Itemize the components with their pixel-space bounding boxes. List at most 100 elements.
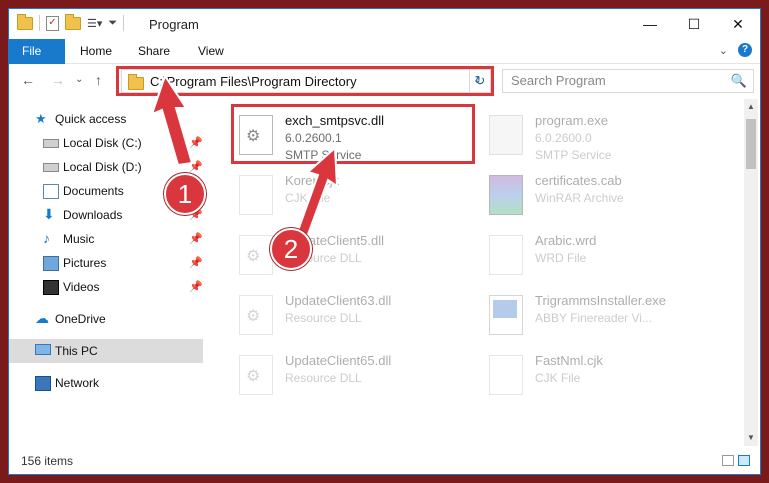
document-file-icon [239,175,273,215]
videos-icon [43,280,59,295]
view-buttons [722,455,750,466]
file-name: exch_smtpsvc.dll [285,113,384,128]
downloads-icon: ⬇ [43,206,55,222]
pin-icon[interactable]: 📌 [189,275,203,299]
forward-button[interactable]: → [51,72,65,88]
scroll-up-icon[interactable]: ▲ [744,99,758,115]
address-bar[interactable]: C:\Program Files\Program Directory ⌄ [121,69,491,93]
ribbon-right: ⌄ ? [719,43,752,57]
sidebar-item-label: Local Disk (D:) [63,160,142,174]
pin-icon[interactable]: 📌 [189,251,203,275]
folder-icon [128,74,144,90]
sidebar-item-network[interactable]: Network [9,371,203,395]
window-title: Program [149,17,199,32]
disk-icon [43,139,59,148]
title-bar: ✓ ☰▾ ⏷ Program — ☐ ✕ [9,9,760,39]
expand-ribbon-icon[interactable]: ⌄ [719,44,728,57]
file-name: FastNml.cjk [535,353,603,368]
sidebar-item-onedrive[interactable]: ☁ OneDrive [9,307,203,331]
up-button[interactable]: ↑ [95,72,102,88]
recent-locations-button[interactable]: ⌄ [75,74,83,85]
documents-icon [43,184,59,199]
sidebar-item-label: This PC [55,344,98,358]
dll-file-icon [239,235,273,275]
minimize-button[interactable]: — [628,9,672,39]
tab-home[interactable]: Home [67,39,125,63]
file-name: Koren.cjk [285,173,340,188]
new-folder-icon[interactable] [65,13,81,30]
file-name: certificates.cab [535,173,622,188]
sidebar-item-label: Videos [63,280,100,294]
tiles-view-icon[interactable] [738,455,750,466]
sidebar-item-pictures[interactable]: Pictures 📌 [9,251,203,275]
step-2-badge: 2 [270,228,312,270]
sidebar-item-label: Quick access [55,112,127,126]
help-icon[interactable]: ? [738,43,752,57]
navigation-bar: ← → ⌄ ↑ C:\Program Files\Program Directo… [9,64,760,98]
file-list: exch_smtpsvc.dll 6.0.2600.1 SMTP Service… [219,99,744,446]
sidebar-item-quick-access[interactable]: ★ Quick access [9,107,203,131]
file-name: Arabic.wrd [535,233,597,248]
file-item-program-exe[interactable]: program.exe 6.0.2600.0 SMTP Service [489,107,729,162]
file-item-certificates-cab[interactable]: certificates.cab WinRAR Archive [489,167,729,221]
pin-icon[interactable]: 📌 [189,227,203,251]
customize-qat-icon[interactable]: ☰▾ [87,17,102,30]
sidebar-item-videos[interactable]: Videos 📌 [9,275,203,299]
sidebar-item-local-disk-c[interactable]: Local Disk (C:) 📌 [9,131,203,155]
file-version: 6.0.2600.1 [285,131,342,145]
sidebar-item-label: Downloads [63,208,123,222]
file-name: program.exe [535,113,608,128]
disk-icon [43,163,59,172]
file-type: WRD File [535,251,587,265]
search-input[interactable]: Search Program 🔍 [502,69,754,93]
back-button[interactable]: ← [21,72,35,88]
vertical-scrollbar[interactable]: ▲ ▼ [744,99,758,446]
file-name: UpdateClient65.dll [285,353,392,368]
step-1-badge: 1 [164,173,206,215]
network-icon [35,376,51,391]
tab-share[interactable]: Share [125,39,183,63]
search-placeholder: Search Program [511,73,606,88]
file-item-trigrammsinstaller[interactable]: TrigrammsInstaller.exe ABBY Finereader V… [489,287,729,341]
file-name: TrigrammsInstaller.exe [535,293,666,308]
tab-view[interactable]: View [185,39,237,63]
address-path: C:\Program Files\Program Directory [150,74,357,89]
folder-icon [17,13,33,30]
ribbon-tabs: File Home Share View ⌄ ? [9,39,760,93]
sidebar-item-label: Local Disk (C:) [63,136,142,150]
refresh-button[interactable]: ↻ [469,69,491,93]
properties-icon[interactable]: ✓ [46,15,59,31]
window-controls: — ☐ ✕ [628,9,760,39]
sidebar-item-label: Network [55,376,100,390]
sidebar-item-label: Music [63,232,95,246]
file-item-updateclient65[interactable]: UpdateClient65.dll Resource DLL [239,347,469,401]
pin-icon[interactable]: 📌 [189,131,203,155]
installer-file-icon [489,295,523,335]
details-view-icon[interactable] [722,455,734,466]
scroll-down-icon[interactable]: ▼ [744,430,758,446]
quick-access-toolbar: ✓ ☰▾ ⏷ [17,13,125,31]
dll-file-icon [239,115,273,155]
file-item-fastnml-cjk[interactable]: FastNml.cjk CJK File [489,347,729,401]
file-version: 6.0.2600.0 [535,131,592,145]
sidebar-item-this-pc[interactable]: This PC [9,339,203,363]
music-icon: ♪ [43,230,50,246]
sidebar-item-label: Documents [63,184,124,198]
file-item-exch-smtpsvc[interactable]: exch_smtpsvc.dll 6.0.2600.1 SMTP Service [239,107,469,162]
close-button[interactable]: ✕ [716,9,760,39]
sidebar-item-label: OneDrive [55,312,106,326]
file-type: CJK File [535,371,581,385]
file-type: CJK File [285,191,331,205]
file-item-updateclient63[interactable]: UpdateClient63.dll Resource DLL [239,287,469,341]
file-type: WinRAR Archive [535,191,624,205]
file-type: ABBY Finereader Vi... [535,311,652,325]
separator [123,15,125,31]
dll-file-icon [239,295,273,335]
sidebar-item-music[interactable]: ♪ Music 📌 [9,227,203,251]
scroll-thumb[interactable] [746,119,756,169]
file-item-koren-cjk[interactable]: Koren.cjk CJK File [239,167,469,221]
maximize-button[interactable]: ☐ [672,9,716,39]
qat-dropdown-icon[interactable]: ⏷ [108,17,117,30]
file-item-arabic-wrd[interactable]: Arabic.wrd WRD File [489,227,729,281]
onedrive-icon: ☁ [35,310,49,326]
